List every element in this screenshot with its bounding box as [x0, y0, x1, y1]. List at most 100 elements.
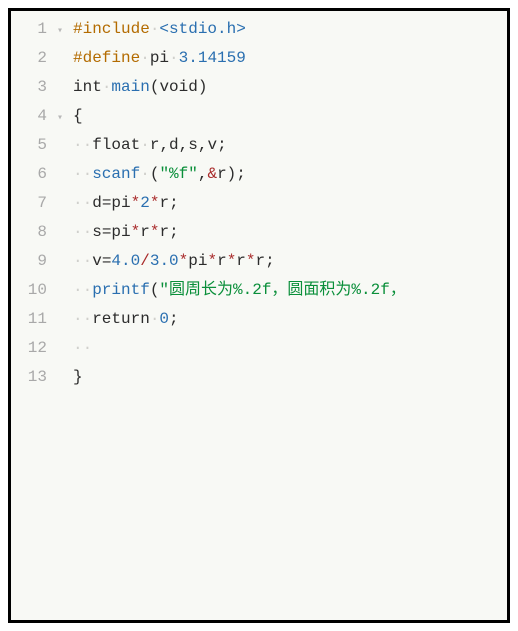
- token-op: *: [150, 194, 160, 212]
- token-op: *: [246, 252, 256, 270]
- token-paren: ): [198, 78, 208, 96]
- token-paren: ): [227, 165, 237, 183]
- token-punct: ,: [159, 136, 169, 154]
- token-id: s: [92, 223, 102, 241]
- line-number: 8: [11, 218, 57, 247]
- token-eq: =: [102, 194, 112, 212]
- token-op: /: [140, 252, 150, 270]
- code-line[interactable]: 4▾{: [11, 102, 507, 131]
- token-type: float: [92, 136, 140, 154]
- fold-icon: [57, 131, 73, 133]
- code-line[interactable]: 10 ··printf("圆周长为%.2f，圆面积为%.2f，: [11, 276, 507, 305]
- token-paren: (: [150, 78, 160, 96]
- token-id: r: [217, 165, 227, 183]
- token-num: 3.0: [150, 252, 179, 270]
- token-pp: #include: [73, 20, 150, 38]
- token-punct: ;: [217, 136, 227, 154]
- token-punct: ,: [198, 165, 208, 183]
- token-kw: return: [92, 310, 150, 328]
- token-type: void: [159, 78, 197, 96]
- token-id: pi: [150, 49, 169, 67]
- token-num: 3.14159: [179, 49, 246, 67]
- line-number: 13: [11, 363, 57, 392]
- token-id: pi: [111, 194, 130, 212]
- line-number: 7: [11, 189, 57, 218]
- token-punct: ;: [169, 223, 179, 241]
- line-number: 10: [11, 276, 57, 305]
- token-ws: ·: [169, 49, 179, 67]
- token-id: s: [188, 136, 198, 154]
- code-content[interactable]: ··printf("圆周长为%.2f，圆面积为%.2f，: [73, 276, 507, 305]
- token-ws: ··: [73, 223, 92, 241]
- code-line[interactable]: 11 ··return·0;: [11, 305, 507, 334]
- code-content[interactable]: ··d=pi*2*r;: [73, 189, 507, 218]
- token-id: r: [159, 194, 169, 212]
- token-op: *: [207, 252, 217, 270]
- token-str: "圆周长为%.2f，圆面积为%.2f，: [159, 281, 405, 299]
- token-op: *: [227, 252, 237, 270]
- token-punct: ;: [169, 310, 179, 328]
- code-editor[interactable]: 1▾#include·<stdio.h>2#define·pi·3.141593…: [8, 8, 510, 623]
- code-content[interactable]: ··float·r,d,s,v;: [73, 131, 507, 160]
- token-op: *: [131, 194, 141, 212]
- token-ws: ··: [73, 194, 92, 212]
- token-inc: <stdio.h>: [159, 20, 245, 38]
- token-ws: ··: [73, 281, 92, 299]
- token-ws: ··: [73, 310, 92, 328]
- token-id: r: [159, 223, 169, 241]
- fold-icon: [57, 247, 73, 249]
- token-ws: ·: [140, 165, 150, 183]
- code-line[interactable]: 3int·main(void): [11, 73, 507, 102]
- code-line[interactable]: 13}: [11, 363, 507, 392]
- fold-icon: [57, 363, 73, 365]
- token-num: 0: [159, 310, 169, 328]
- token-ws: ·: [140, 49, 150, 67]
- code-line[interactable]: 1▾#include·<stdio.h>: [11, 15, 507, 44]
- token-id: v: [92, 252, 102, 270]
- line-number: 2: [11, 44, 57, 73]
- code-line[interactable]: 6··scanf·("%f",&r);: [11, 160, 507, 189]
- token-num: 2: [140, 194, 150, 212]
- code-content[interactable]: ··s=pi*r*r;: [73, 218, 507, 247]
- fold-icon: [57, 160, 73, 162]
- token-op: *: [150, 223, 160, 241]
- fold-icon[interactable]: ▾: [57, 102, 73, 133]
- line-number: 5: [11, 131, 57, 160]
- code-content[interactable]: }: [73, 363, 507, 392]
- code-content[interactable]: ··return·0;: [73, 305, 507, 334]
- token-punct: ;: [265, 252, 275, 270]
- token-ws: ·: [102, 78, 112, 96]
- code-content[interactable]: ··v=4.0/3.0*pi*r*r*r;: [73, 247, 507, 276]
- fold-icon: [57, 218, 73, 220]
- code-content[interactable]: int·main(void): [73, 73, 507, 102]
- code-line[interactable]: 5 ··float·r,d,s,v;: [11, 131, 507, 160]
- token-paren: (: [150, 165, 160, 183]
- fold-icon[interactable]: ▾: [57, 15, 73, 46]
- code-line[interactable]: 8 ··s=pi*r*r;: [11, 218, 507, 247]
- token-punct: ,: [179, 136, 189, 154]
- token-fn: scanf: [92, 165, 140, 183]
- token-punct: ;: [169, 194, 179, 212]
- code-line[interactable]: 7 ··d=pi*2*r;: [11, 189, 507, 218]
- code-line[interactable]: 12··: [11, 334, 507, 363]
- code-content[interactable]: ··: [73, 334, 507, 363]
- token-id: r: [150, 136, 160, 154]
- code-content[interactable]: #define·pi·3.14159: [73, 44, 507, 73]
- line-number: 11: [11, 305, 57, 334]
- token-id: r: [217, 252, 227, 270]
- token-id: r: [236, 252, 246, 270]
- token-ws: ··: [73, 252, 92, 270]
- fold-icon: [57, 334, 73, 336]
- fold-icon: [57, 189, 73, 191]
- code-line[interactable]: 9··v=4.0/3.0*pi*r*r*r;: [11, 247, 507, 276]
- code-content[interactable]: ··scanf·("%f",&r);: [73, 160, 507, 189]
- code-content[interactable]: {: [73, 102, 507, 131]
- fold-icon: [57, 73, 73, 75]
- code-content[interactable]: #include·<stdio.h>: [73, 15, 507, 44]
- token-op: *: [179, 252, 189, 270]
- token-brace: {: [73, 107, 83, 125]
- token-paren: (: [150, 281, 160, 299]
- token-ws: ··: [73, 136, 92, 154]
- token-fn: printf: [92, 281, 150, 299]
- code-line[interactable]: 2 #define·pi·3.14159: [11, 44, 507, 73]
